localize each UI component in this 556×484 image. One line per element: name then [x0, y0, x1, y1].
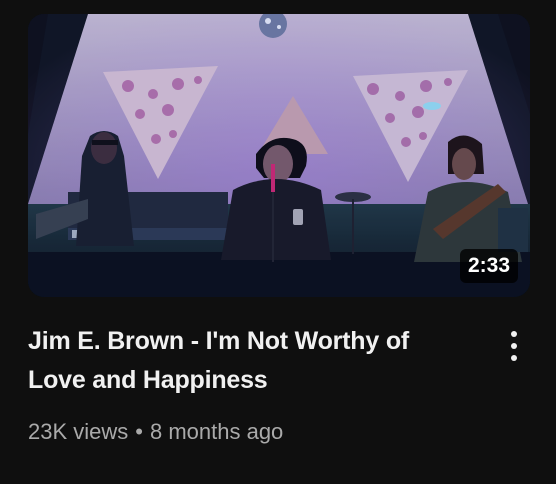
- video-title[interactable]: Jim E. Brown - I'm Not Worthy of Love an…: [28, 322, 468, 400]
- view-count: 23K views: [28, 419, 129, 444]
- thumbnail-image: [28, 14, 530, 297]
- more-vertical-icon: [511, 331, 517, 337]
- video-thumbnail[interactable]: 2:33: [28, 14, 530, 297]
- more-vertical-icon-dot: [511, 343, 517, 349]
- upload-age: 8 months ago: [149, 419, 284, 444]
- meta-separator: •: [135, 419, 143, 444]
- video-card[interactable]: 2:33 Jim E. Brown - I'm Not Worthy of Lo…: [0, 0, 556, 484]
- more-actions-button[interactable]: [498, 324, 530, 368]
- duration-badge: 2:33: [459, 249, 518, 283]
- more-vertical-icon-dot: [511, 355, 517, 361]
- video-metadata: 23K views • 8 months ago: [28, 416, 283, 448]
